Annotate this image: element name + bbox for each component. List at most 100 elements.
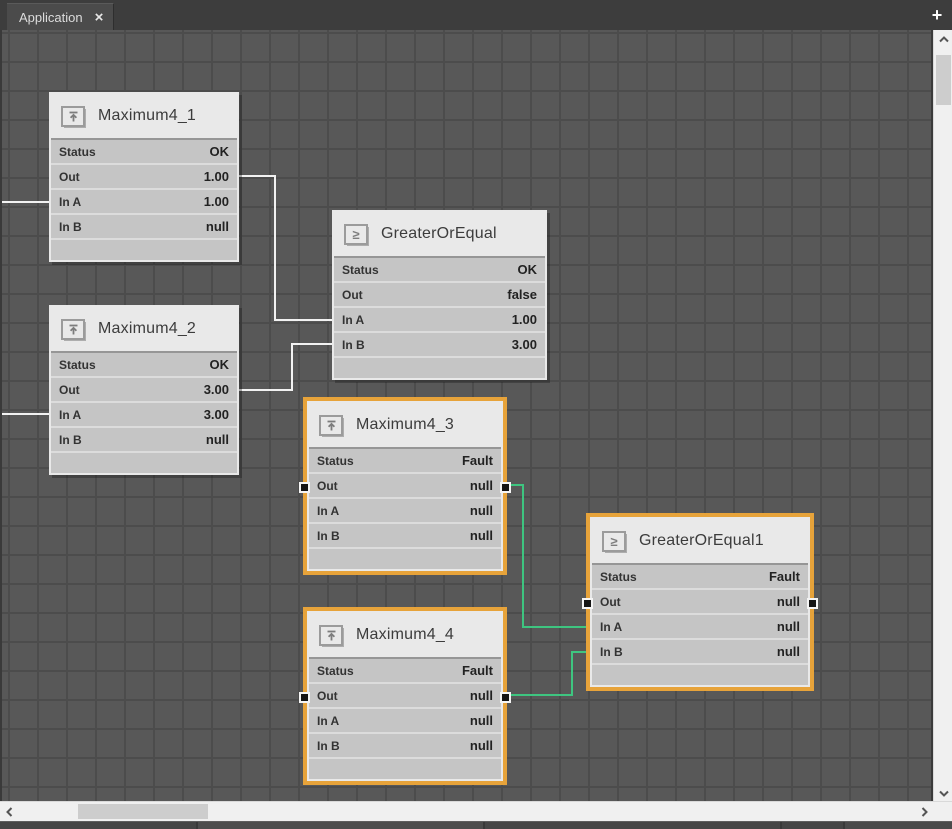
node-header[interactable]: Maximum4_2 — [51, 307, 237, 351]
node-row-in-a[interactable]: In A1.00 — [334, 306, 545, 331]
row-label: Out — [59, 170, 80, 184]
row-label: In A — [600, 620, 622, 634]
node-row-in-a[interactable]: In Anull — [309, 707, 501, 732]
row-value: Fault — [462, 453, 493, 468]
node-maximum4_3[interactable]: Maximum4_3 StatusFaultOutnullIn AnullIn … — [307, 401, 503, 571]
row-value: null — [470, 478, 493, 493]
out-port-port-right[interactable] — [500, 692, 511, 703]
row-label: In B — [317, 529, 340, 543]
node-row-out[interactable]: Out3.00 — [51, 376, 237, 401]
horizontal-scrollbar-thumb[interactable] — [78, 804, 208, 819]
row-label: Out — [59, 383, 80, 397]
row-label: In B — [59, 220, 82, 234]
chevron-up-icon — [939, 36, 949, 43]
out-port-port-right[interactable] — [500, 482, 511, 493]
wire-maximum4_3-out-to-greaterorequal1-in-a[interactable] — [503, 485, 590, 627]
node-header[interactable]: Maximum4_4 — [309, 613, 501, 657]
out-port-port-right[interactable] — [807, 598, 818, 609]
row-value: null — [777, 594, 800, 609]
node-row-out[interactable]: Outnull — [309, 682, 501, 707]
greater-or-equal-icon: ≥ — [344, 224, 368, 245]
node-row-out[interactable]: Out 1.00 — [51, 163, 237, 188]
node-footer — [334, 356, 545, 378]
plus-icon: + — [932, 5, 943, 26]
row-value: null — [470, 503, 493, 518]
maximum-icon — [61, 319, 85, 340]
row-value: 1.00 — [204, 169, 229, 184]
wire-maximum4_1-out-to-greaterorequal-in-a[interactable] — [239, 176, 332, 320]
node-row-status[interactable]: StatusOK — [51, 140, 237, 163]
node-row-in-a[interactable]: In A3.00 — [51, 401, 237, 426]
node-row-status[interactable]: StatusOK — [334, 258, 545, 281]
row-label: Out — [317, 479, 338, 493]
wire-maximum4_2-out-to-greaterorequal-in-b[interactable] — [239, 344, 332, 390]
node-header[interactable]: ≥ GreaterOrEqual — [334, 212, 545, 256]
application-window: Application × + Maximum4_1 Status OK Out 1.… — [0, 0, 952, 829]
node-row-in-b[interactable]: In Bnull — [51, 426, 237, 451]
row-value: null — [470, 738, 493, 753]
scroll-down-button[interactable] — [934, 784, 952, 802]
row-label: Status — [317, 664, 354, 678]
node-greaterorequal[interactable]: ≥ GreaterOrEqual StatusOKOutfalseIn A1.0… — [332, 210, 547, 380]
row-label: Status — [59, 145, 96, 159]
tab-application[interactable]: Application × — [7, 3, 114, 31]
node-row-in-b[interactable]: In Bnull — [309, 522, 501, 547]
row-value: null — [777, 619, 800, 634]
node-row-status[interactable]: Status OK — [51, 353, 237, 376]
row-label: Status — [317, 454, 354, 468]
node-row-status[interactable]: Status Fault — [309, 449, 501, 472]
node-maximum4_1[interactable]: Maximum4_1 StatusOK Out 1.00 In A1.00In Bnu… — [49, 92, 239, 262]
wire-maximum4_4-out-to-greaterorequal1-in-b[interactable] — [503, 652, 590, 695]
node-row-in-a[interactable]: In A null — [592, 613, 808, 638]
node-row-out[interactable]: Outfalse — [334, 281, 545, 306]
maximum-icon — [319, 415, 343, 436]
row-value: null — [777, 644, 800, 659]
node-row-in-a[interactable]: In Anull — [309, 497, 501, 522]
add-tab-button[interactable]: + — [927, 3, 947, 27]
scroll-up-button[interactable] — [934, 30, 952, 48]
out-port-port-left[interactable] — [582, 598, 593, 609]
close-icon[interactable]: × — [95, 10, 104, 25]
row-value: OK — [210, 357, 230, 372]
horizontal-scrollbar[interactable] — [0, 801, 952, 821]
node-row-out[interactable]: Outnull — [592, 588, 808, 613]
diagram-canvas[interactable]: Maximum4_1 StatusOKOut1.00In A1.00In Bnu… — [0, 30, 933, 802]
node-footer — [51, 451, 237, 473]
node-header[interactable]: Maximum4_3 — [309, 403, 501, 447]
node-row-in-b[interactable]: In Bnull — [309, 732, 501, 757]
scroll-left-button[interactable] — [0, 802, 18, 821]
tab-label: Application — [19, 10, 83, 25]
row-label: Status — [59, 358, 96, 372]
bottom-panel-segment — [198, 822, 485, 829]
row-value: 3.00 — [512, 337, 537, 352]
row-label: In A — [59, 195, 81, 209]
row-value: 1.00 — [512, 312, 537, 327]
node-maximum4_2[interactable]: Maximum4_2 Status OK Out3.00In A3.00In Bnu… — [49, 305, 239, 475]
bottom-panel-edge — [0, 821, 952, 829]
vertical-scrollbar-thumb[interactable] — [936, 55, 951, 105]
node-footer — [309, 757, 501, 779]
node-header[interactable]: Maximum4_1 — [51, 94, 237, 138]
node-row-in-b[interactable]: In B3.00 — [334, 331, 545, 356]
node-row-out[interactable]: Out null — [309, 472, 501, 497]
vertical-scrollbar[interactable] — [933, 30, 952, 802]
greater-or-equal-icon: ≥ — [602, 531, 626, 552]
node-row-status[interactable]: StatusFault — [592, 565, 808, 588]
node-row-in-b[interactable]: In Bnull — [592, 638, 808, 663]
node-title: Maximum4_3 — [356, 416, 454, 434]
row-value: Fault — [769, 569, 800, 584]
node-row-status[interactable]: Status Fault — [309, 659, 501, 682]
node-header[interactable]: ≥ GreaterOrEqual1 — [592, 519, 808, 563]
node-greaterorequal1[interactable]: ≥ GreaterOrEqual1 StatusFaultOutnullIn A… — [590, 517, 810, 687]
node-row-in-a[interactable]: In A1.00 — [51, 188, 237, 213]
node-row-in-b[interactable]: In Bnull — [51, 213, 237, 238]
chevron-right-icon — [921, 807, 928, 817]
out-port-port-left[interactable] — [299, 692, 310, 703]
node-title: Maximum4_4 — [356, 626, 454, 644]
node-maximum4_4[interactable]: Maximum4_4 Status Fault OutnullIn AnullIn … — [307, 611, 503, 781]
out-port-port-left[interactable] — [299, 482, 310, 493]
row-value: Fault — [462, 663, 493, 678]
scroll-right-button[interactable] — [915, 802, 933, 821]
node-rows: StatusOKOutfalseIn A1.00In B3.00 — [334, 256, 545, 356]
node-rows: StatusFaultOutnullIn AnullIn Bnull — [592, 563, 808, 663]
